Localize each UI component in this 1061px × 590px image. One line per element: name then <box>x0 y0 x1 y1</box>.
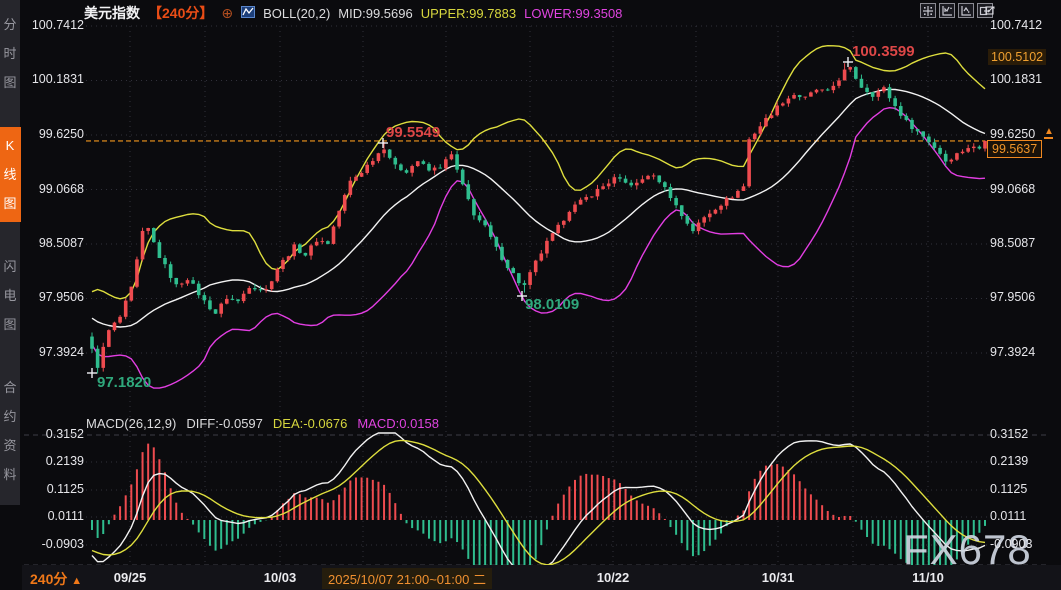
interval-up-arrow-icon: ▲ <box>71 575 82 587</box>
interval-selector-button[interactable]: 240分 ▲ <box>30 569 82 589</box>
macd-tick-right: 0.3152 <box>990 427 1058 441</box>
main-chart-canvas[interactable] <box>0 0 1061 590</box>
zoom-out-axis-tool-icon[interactable] <box>958 3 974 18</box>
chart-toolbar <box>920 3 993 18</box>
boll-label[interactable]: BOLL(20,2) <box>263 6 330 21</box>
trading-app-window: 分时图 K线图闪电图合约资料 美元指数 【240分】 ⊕ BOLL(20,2) M… <box>0 0 1061 590</box>
macd-tick-right: 0.1125 <box>990 482 1058 496</box>
crosshair-tool-icon[interactable] <box>920 3 936 18</box>
price-tick-right: 99.6250 <box>990 127 1058 141</box>
macd-tick-right: 0.0111 <box>990 509 1058 523</box>
macd-tick-right: 0.2139 <box>990 454 1058 468</box>
crosshair-datetime-tooltip: 2025/10/07 21:00~01:00 二 <box>322 568 492 589</box>
sidebar-tab-1[interactable]: K线图 <box>0 127 21 222</box>
macd-hist-value: MACD:0.0158 <box>357 416 439 431</box>
sidebar-tab-0[interactable]: 分时图 <box>0 6 21 101</box>
chart-header: 美元指数 【240分】 ⊕ BOLL(20,2) MID:99.5696 UPP… <box>84 3 622 23</box>
annotation-visible-high: 100.3599 <box>852 43 915 60</box>
boll-mid-value: MID:99.5696 <box>338 6 412 21</box>
price-tick-left: 97.9506 <box>22 290 84 304</box>
chart-type-sidebar: 分时图 K线图闪电图合约资料 <box>0 0 22 505</box>
price-tick-left: 97.3924 <box>22 345 84 359</box>
interval-tag[interactable]: 【240分】 <box>148 3 213 23</box>
macd-indicator-header: MACD(26,12,9) DIFF:-0.0597 DEA:-0.0676 M… <box>86 416 439 431</box>
macd-name-label[interactable]: MACD(26,12,9) <box>86 416 176 431</box>
current-price-badge: 99.5637 <box>987 140 1042 158</box>
macd-tick-left: 0.0111 <box>22 509 84 523</box>
boll-upper-value: UPPER:99.7883 <box>421 6 516 21</box>
price-tick-left: 98.5087 <box>22 236 84 250</box>
annotation-visible-low: 97.1820 <box>97 374 151 391</box>
price-tick-left: 100.7412 <box>22 18 84 32</box>
price-tick-right: 99.0668 <box>990 182 1058 196</box>
macd-dea-value: DEA:-0.0676 <box>273 416 347 431</box>
zoom-in-axis-tool-icon[interactable] <box>939 3 955 18</box>
macd-tick-right: -0.0903 <box>990 537 1058 551</box>
price-tick-right: 100.1831 <box>990 72 1058 86</box>
macd-tick-left: 0.3152 <box>22 427 84 441</box>
price-tick-right: 98.5087 <box>990 236 1058 250</box>
macd-tick-left: 0.2139 <box>22 454 84 468</box>
sidebar-tab-2[interactable]: 闪电图 <box>0 248 21 343</box>
price-tick-right: 97.3924 <box>990 345 1058 359</box>
date-tick: 10/31 <box>762 570 795 585</box>
macd-tick-left: 0.1125 <box>22 482 84 496</box>
price-tick-left: 100.1831 <box>22 72 84 86</box>
magnifier-icon[interactable]: ⊕ <box>221 5 233 22</box>
price-tick-right: 97.9506 <box>990 290 1058 304</box>
macd-tick-left: -0.0903 <box>22 537 84 551</box>
date-tick: 10/03 <box>264 570 297 585</box>
range-high-price-label: 100.5102 <box>988 49 1046 65</box>
annotation-local-low: 98.0109 <box>525 296 579 313</box>
date-tick: 10/22 <box>597 570 630 585</box>
macd-diff-value: DIFF:-0.0597 <box>186 416 263 431</box>
price-tick-left: 99.0668 <box>22 182 84 196</box>
price-tick-right: 100.7412 <box>990 18 1058 32</box>
sidebar-tab-3[interactable]: 合约资料 <box>0 369 21 493</box>
date-tick: 09/25 <box>114 570 147 585</box>
symbol-title: 美元指数 <box>84 3 140 23</box>
boll-lower-value: LOWER:99.3508 <box>524 6 622 21</box>
candlestick-icon[interactable] <box>241 5 255 22</box>
annotation-local-high: 99.5549 <box>386 124 440 141</box>
price-tick-left: 99.6250 <box>22 127 84 141</box>
